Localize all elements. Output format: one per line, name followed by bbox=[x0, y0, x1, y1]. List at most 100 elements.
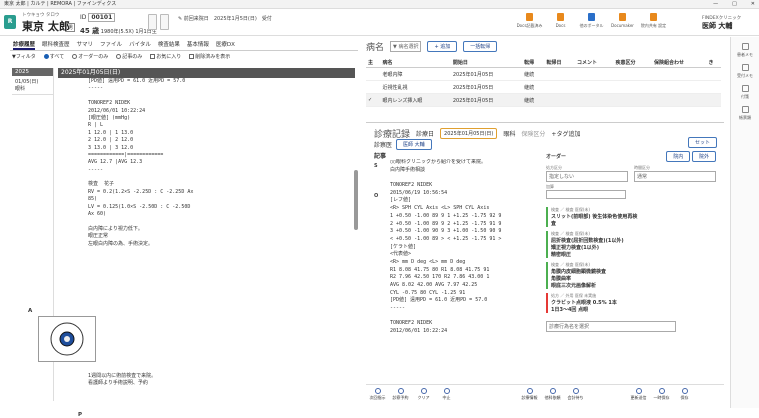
note-line: R1 8.08 41.75 80 R1 8.08 41.75 91 bbox=[390, 266, 490, 273]
close-button[interactable]: ✕ bbox=[751, 0, 755, 9]
table-row[interactable]: 近視性乱視 2025年01月05日 継続 bbox=[366, 80, 721, 94]
disease-panel: 病名 ▼ 病名選択 + 追加 一括転帰 主病名 開始日 転帰 転帰日 コメント 疾患区分保… bbox=[366, 40, 724, 116]
sticky-note-icon bbox=[741, 85, 749, 92]
filter-all[interactable]: すべて bbox=[43, 53, 64, 60]
tab-results[interactable]: 検査結果 bbox=[158, 40, 180, 50]
order-line: クラビット点眼液 0.5% 1本 bbox=[551, 300, 617, 306]
memo-icon bbox=[741, 64, 749, 71]
toolbar-icon bbox=[397, 388, 404, 394]
add-tag-button[interactable]: +タグ追加 bbox=[551, 129, 580, 138]
toolbar-label: 会計待ち bbox=[567, 395, 584, 400]
toolbar-button[interactable]: 保存 bbox=[673, 388, 696, 401]
documaker-icon bbox=[619, 13, 626, 21]
doctor-label: 診察医 bbox=[374, 142, 393, 149]
tab-medical-dx[interactable]: 医療DX bbox=[216, 40, 235, 50]
app-docs-done[interactable]: Docs記載済み bbox=[516, 13, 543, 29]
tab-history[interactable]: 診療履歴 bbox=[13, 40, 36, 50]
addition-select[interactable] bbox=[546, 190, 626, 199]
order-group[interactable]: 検査 ／ 検査 医保(未) スリット(前眼部) 後生体染色使用再検査 bbox=[546, 207, 716, 227]
order-group[interactable]: 検査 ／ 検査 医保(未) 屈折検査(屈折回数検査)(1以外) 矯正視力検査(1以外… bbox=[546, 231, 716, 258]
rail-sticky[interactable]: 付箋 bbox=[731, 85, 759, 100]
rail-patient-memo[interactable]: 患者メモ bbox=[731, 43, 759, 58]
record-line: 2 12.0 | 2 12.0 bbox=[88, 137, 134, 144]
toolbar-button[interactable]: 診療情報 bbox=[518, 388, 541, 401]
filter-show-deleted[interactable]: 削除済みを表示 bbox=[189, 53, 230, 60]
filter-button[interactable]: ▼フィルタ bbox=[12, 53, 36, 60]
order-line: スリット(前眼部) 後生体染色使用再検 bbox=[551, 214, 638, 220]
patient-header: R トウキョウ タロウ 東京 太郎 男 ID 00101 45 歳 1980年(5… bbox=[0, 9, 759, 36]
record-panel: 診療記録 診療日 2025年01月05日(日) 眼科 保険区分 +タグ追加 診察… bbox=[366, 122, 724, 404]
history-scrollbar[interactable] bbox=[354, 170, 358, 230]
copy-icon[interactable] bbox=[160, 14, 169, 30]
toolbar-icon bbox=[526, 388, 533, 394]
toolbar-button[interactable]: 他科依頼 bbox=[541, 388, 564, 401]
record-line: R | L bbox=[88, 122, 104, 129]
app-shared-settings[interactable]: 院内共有 設定 bbox=[640, 13, 667, 29]
order-item-select[interactable]: 診療行為名を選択 bbox=[546, 321, 676, 332]
visit-date-field[interactable]: 2025年01月05日(日) bbox=[440, 128, 498, 139]
app-portal[interactable]: 他のポータル bbox=[578, 13, 605, 29]
set-button[interactable]: セット bbox=[688, 137, 718, 148]
toolbar-button[interactable]: 会計待ち bbox=[564, 388, 587, 401]
timing-select[interactable]: 通常 bbox=[634, 171, 716, 182]
record-line: ----- bbox=[88, 166, 104, 173]
maximize-button[interactable]: □ bbox=[732, 0, 737, 9]
app-docs[interactable]: Docs bbox=[547, 13, 574, 29]
filter-order-only[interactable]: オーダーのみ bbox=[72, 53, 108, 60]
list-item[interactable]: 01/05(日) 眼科 bbox=[12, 76, 53, 95]
filter-record-only[interactable]: 記事のみ bbox=[116, 53, 142, 60]
tab-files[interactable]: ファイル bbox=[100, 40, 122, 50]
order-group[interactable]: 処方 ／ 外用 医保 未実施 クラビット点眼液 0.5% 1本 1日3～4回 点眼 bbox=[546, 293, 716, 313]
filter-favorite[interactable]: お気に入り bbox=[150, 53, 181, 60]
inhouse-rx-button[interactable]: 院内 bbox=[666, 151, 691, 162]
patient-photo-icon[interactable] bbox=[148, 14, 157, 30]
record-text: [PD値] 遠用PD = 61.0 近用PD = 57.0 ----- TONORE… bbox=[58, 78, 348, 400]
note-line: AVG 8.02 42.00 AVG 7.97 42.25 bbox=[390, 282, 478, 288]
rail-reception-memo[interactable]: 受付メモ bbox=[731, 64, 759, 79]
plan-text: 1週間以内に術前検査で来院。 看護師より手術説明、予約 bbox=[88, 372, 156, 386]
radio-icon bbox=[43, 53, 49, 59]
note-line: [PD値] 遠用PD = 61.0 近用PD = 57.0 bbox=[390, 297, 488, 304]
toolbar-button[interactable]: 診察予約 bbox=[389, 388, 412, 401]
tab-summary[interactable]: サマリ bbox=[77, 40, 94, 50]
patient-age-value: 45 歳 bbox=[80, 27, 100, 35]
plan-label: P bbox=[78, 412, 83, 418]
note-line: 3 +0.50 -1.00 90 9 3 +1.00 -1.50 90 9 bbox=[390, 228, 502, 235]
bulk-outcome-button[interactable]: 一括転帰 bbox=[463, 41, 498, 52]
order-group[interactable]: 検査 ／ 検査 医保(未) 角膜内皮細胞顕微鏡検査 角膜曲率 眼底三次元画像解析 bbox=[546, 262, 716, 289]
order-line: 1日3～4回 点眼 bbox=[551, 307, 589, 313]
toolbar-button[interactable]: 一時保存 bbox=[650, 388, 673, 401]
doctor-chip[interactable]: 医師 大輔 bbox=[396, 139, 432, 150]
rail-forms[interactable]: 帳票類 bbox=[731, 106, 759, 121]
record-notes[interactable]: ○○眼科クリニックから紹介を受けて来院。 白内障手術相談 TONOREF2 NIDE… bbox=[374, 159, 540, 385]
disease-title: 病名 bbox=[366, 43, 385, 53]
app-documaker[interactable]: Documaker bbox=[609, 13, 636, 29]
note-line: ○○眼科クリニックから紹介を受けて来院。 bbox=[390, 159, 487, 165]
tab-basic-info[interactable]: 基本情報 bbox=[187, 40, 209, 50]
eye-drawing bbox=[38, 316, 96, 362]
table-row[interactable]: 老眼内障 2025年01月05日 継続 bbox=[366, 67, 721, 81]
toolbar-button[interactable]: 中止 bbox=[435, 388, 458, 401]
outside-rx-button[interactable]: 院外 bbox=[691, 151, 716, 162]
add-disease-button[interactable]: + 追加 bbox=[427, 41, 458, 52]
prescription-select[interactable]: 指定しない bbox=[546, 171, 628, 182]
patient-id: ID 00101 bbox=[80, 13, 116, 22]
insurance-label: 保険区分 bbox=[521, 131, 546, 138]
tab-eye-exam[interactable]: 眼科検査歴 bbox=[42, 40, 70, 50]
note-line: 白内障手術相談 bbox=[390, 166, 426, 173]
toolbar-icon bbox=[443, 388, 450, 394]
note-line: < +0.50 -1.00 89 > < +1.25 -1.75 91 > bbox=[390, 235, 502, 242]
toolbar-button[interactable]: 更新送信 bbox=[627, 388, 650, 401]
table-row[interactable]: ✓ 眼内レンズ挿入眼 2025年01月05日 継続 bbox=[366, 93, 721, 107]
minimize-button[interactable]: — bbox=[713, 0, 718, 9]
docs-icon bbox=[526, 13, 533, 21]
disease-select[interactable]: ▼ 病名選択 bbox=[390, 41, 422, 52]
tab-vitals[interactable]: バイタル bbox=[129, 40, 151, 50]
toolbar-button[interactable]: クリア bbox=[412, 388, 435, 401]
toolbar-button[interactable]: 次回指示 bbox=[366, 388, 389, 401]
record-line: 検査 花子 bbox=[88, 181, 115, 188]
checkbox-icon bbox=[150, 53, 156, 59]
toolbar-icon bbox=[681, 388, 688, 394]
clinic-info[interactable]: FINDEXクリニック 医師 大輔 bbox=[702, 15, 741, 31]
settings-icon bbox=[650, 13, 657, 21]
